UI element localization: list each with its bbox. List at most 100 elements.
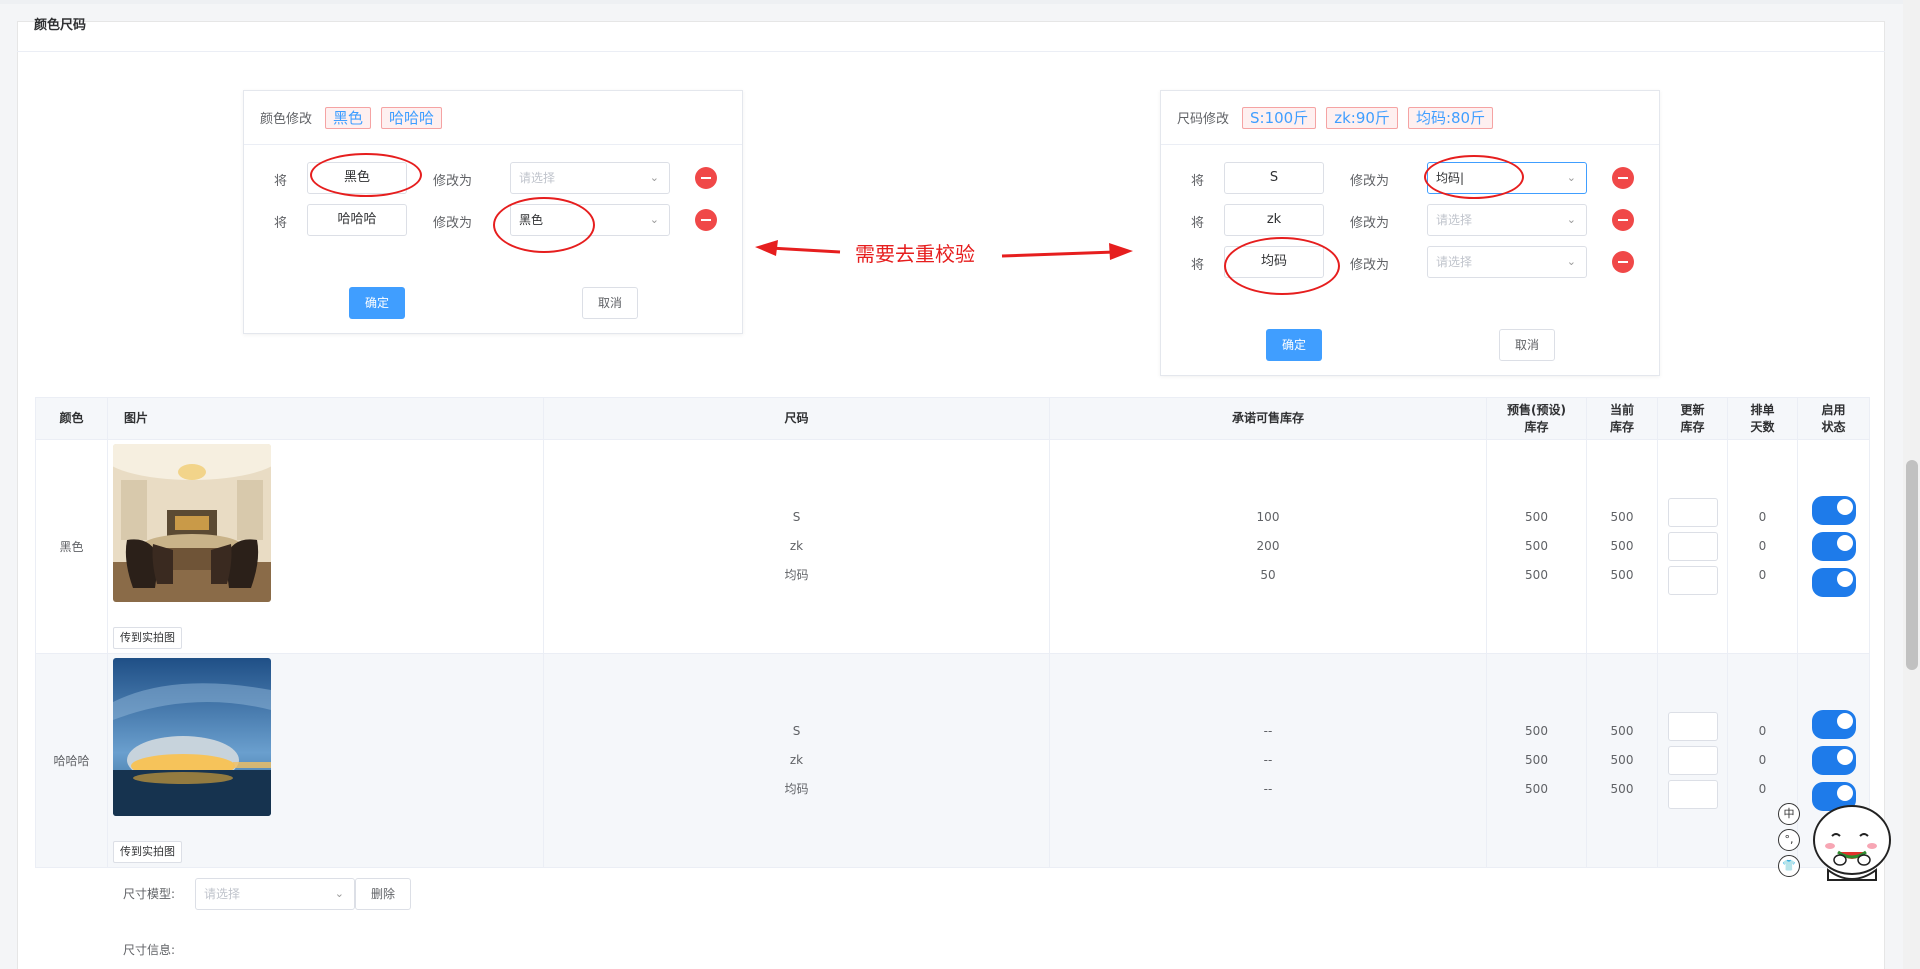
header-update-stock: 更新 库存 xyxy=(1657,397,1728,440)
language-icon[interactable]: 中 xyxy=(1778,803,1800,825)
dedup-annotation: 需要去重校验 xyxy=(855,242,975,266)
remove-row-icon[interactable] xyxy=(1612,209,1634,231)
update-stack xyxy=(1658,710,1727,812)
remove-row-icon[interactable] xyxy=(1612,251,1634,273)
size-tag[interactable]: S:100斤 xyxy=(1242,106,1317,129)
annotation-circle xyxy=(493,197,595,253)
days-value: 0 xyxy=(1758,782,1767,796)
card-title: 颜色尺码 xyxy=(17,0,1885,52)
delete-button[interactable]: 删除 xyxy=(355,878,411,910)
target-size-select[interactable]: 请选择 ⌄ xyxy=(1427,204,1587,236)
select-placeholder: 请选择 xyxy=(204,887,241,901)
switch-stack xyxy=(1798,707,1869,815)
presale-stock-cell: 500 500 500 xyxy=(1486,439,1587,654)
promise-stack: -- -- -- xyxy=(1050,717,1486,804)
size-tag[interactable]: zk:90斤 xyxy=(1326,106,1398,129)
size-model-select[interactable]: 请选择 ⌄ xyxy=(195,878,355,910)
days-value: 0 xyxy=(1758,510,1767,524)
promise-value: 50 xyxy=(1260,568,1276,582)
update-stock-input[interactable] xyxy=(1667,745,1718,775)
size-tag[interactable]: 均码:80斤 xyxy=(1407,106,1494,129)
chevron-down-icon: ⌄ xyxy=(649,213,659,226)
modify-to-label: 修改为 xyxy=(1350,216,1390,231)
enable-toggle[interactable] xyxy=(1811,567,1856,597)
size-stack: S zk 均码 xyxy=(544,717,1049,804)
update-stock-cell xyxy=(1657,653,1728,868)
row-label: 将 xyxy=(274,216,288,231)
promise-stack: 100 200 50 xyxy=(1050,503,1486,590)
table-header-row: 颜色 图片 尺码 承诺可售库存 预售(预设) 库存 当前 库存 更新 库存 排单 天数 … xyxy=(35,397,1870,440)
size-row: 将 zk 修改为 请选择 ⌄ xyxy=(1161,204,1659,236)
select-placeholder: 请选择 xyxy=(519,171,556,185)
presale-value: 500 xyxy=(1525,510,1548,524)
source-color-field[interactable]: 哈哈哈 xyxy=(307,204,407,236)
size-value: S xyxy=(792,724,801,738)
header-line: 库存 xyxy=(1609,419,1634,434)
current-value: 500 xyxy=(1610,568,1634,582)
update-stock-input[interactable] xyxy=(1667,565,1718,595)
enable-toggle[interactable] xyxy=(1811,495,1856,525)
enable-toggle[interactable] xyxy=(1811,709,1856,739)
color-tag[interactable]: 黑色 xyxy=(325,106,372,129)
color-panel-title: 颜色修改 xyxy=(260,112,313,127)
size-cell: S zk 均码 xyxy=(543,653,1050,868)
color-cell: 哈哈哈 xyxy=(35,653,108,868)
presale-value: 500 xyxy=(1525,539,1548,553)
size-value: zk xyxy=(789,753,804,767)
presale-value: 500 xyxy=(1525,753,1548,767)
source-size-field[interactable]: S xyxy=(1224,162,1324,194)
select-placeholder: 请选择 xyxy=(1436,255,1473,269)
update-stock-input[interactable] xyxy=(1667,711,1718,741)
update-stock-input[interactable] xyxy=(1667,779,1718,809)
target-size-select[interactable]: 请选择 ⌄ xyxy=(1427,246,1587,278)
promise-stock-cell: 100 200 50 xyxy=(1049,439,1487,654)
product-photo[interactable] xyxy=(113,658,271,816)
skin-icon[interactable]: 👕 xyxy=(1778,855,1800,877)
header-size: 尺码 xyxy=(543,397,1050,440)
header-line: 状态 xyxy=(1821,419,1846,434)
modify-to-label: 修改为 xyxy=(1350,174,1390,189)
image-cell: 传到实拍图 xyxy=(107,439,544,654)
confirm-button[interactable]: 确定 xyxy=(349,287,405,319)
mascot-icon[interactable] xyxy=(1810,800,1892,886)
remove-row-icon[interactable] xyxy=(695,209,717,231)
update-stock-input[interactable] xyxy=(1667,531,1718,561)
current-value: 500 xyxy=(1610,510,1634,524)
remove-row-icon[interactable] xyxy=(1612,167,1634,189)
cancel-button[interactable]: 取消 xyxy=(582,287,638,319)
annotation-circle xyxy=(310,153,422,197)
header-line: 库存 xyxy=(1524,419,1549,434)
image-cell-inner: 传到实拍图 xyxy=(108,440,543,653)
header-line: 当前 xyxy=(1609,402,1634,417)
header-schedule-days: 排单 天数 xyxy=(1727,397,1798,440)
source-size-field[interactable]: zk xyxy=(1224,204,1324,236)
update-stock-input[interactable] xyxy=(1667,497,1718,527)
days-stack: 0 0 0 xyxy=(1728,717,1797,804)
confirm-button[interactable]: 确定 xyxy=(1266,329,1322,361)
days-value: 0 xyxy=(1758,568,1767,582)
color-tag[interactable]: 哈哈哈 xyxy=(381,106,443,129)
row-label: 将 xyxy=(1191,216,1205,231)
size-model-label: 尺寸模型: xyxy=(123,887,176,901)
size-value: 均码 xyxy=(784,568,809,582)
row-label: 将 xyxy=(1191,258,1205,273)
punctuation-icon[interactable]: °, xyxy=(1778,829,1800,851)
upload-photo-button[interactable]: 传到实拍图 xyxy=(113,627,182,649)
header-current-stock: 当前 库存 xyxy=(1586,397,1658,440)
chevron-down-icon: ⌄ xyxy=(649,171,659,184)
product-photo[interactable] xyxy=(113,444,271,602)
current-value: 500 xyxy=(1610,724,1634,738)
scrollbar-thumb[interactable] xyxy=(1906,460,1918,670)
remove-row-icon[interactable] xyxy=(695,167,717,189)
enable-toggle[interactable] xyxy=(1811,745,1856,775)
days-value: 0 xyxy=(1758,753,1767,767)
chevron-down-icon: ⌄ xyxy=(1566,171,1576,184)
enable-toggle[interactable] xyxy=(1811,531,1856,561)
target-color-select[interactable]: 请选择 ⌄ xyxy=(510,162,670,194)
cancel-button[interactable]: 取消 xyxy=(1499,329,1555,361)
header-line: 排单 xyxy=(1750,402,1775,417)
upload-photo-button[interactable]: 传到实拍图 xyxy=(113,841,182,863)
select-placeholder: 请选择 xyxy=(1436,213,1473,227)
current-value: 500 xyxy=(1610,539,1634,553)
current-stock-cell: 500 500 500 xyxy=(1586,653,1658,868)
